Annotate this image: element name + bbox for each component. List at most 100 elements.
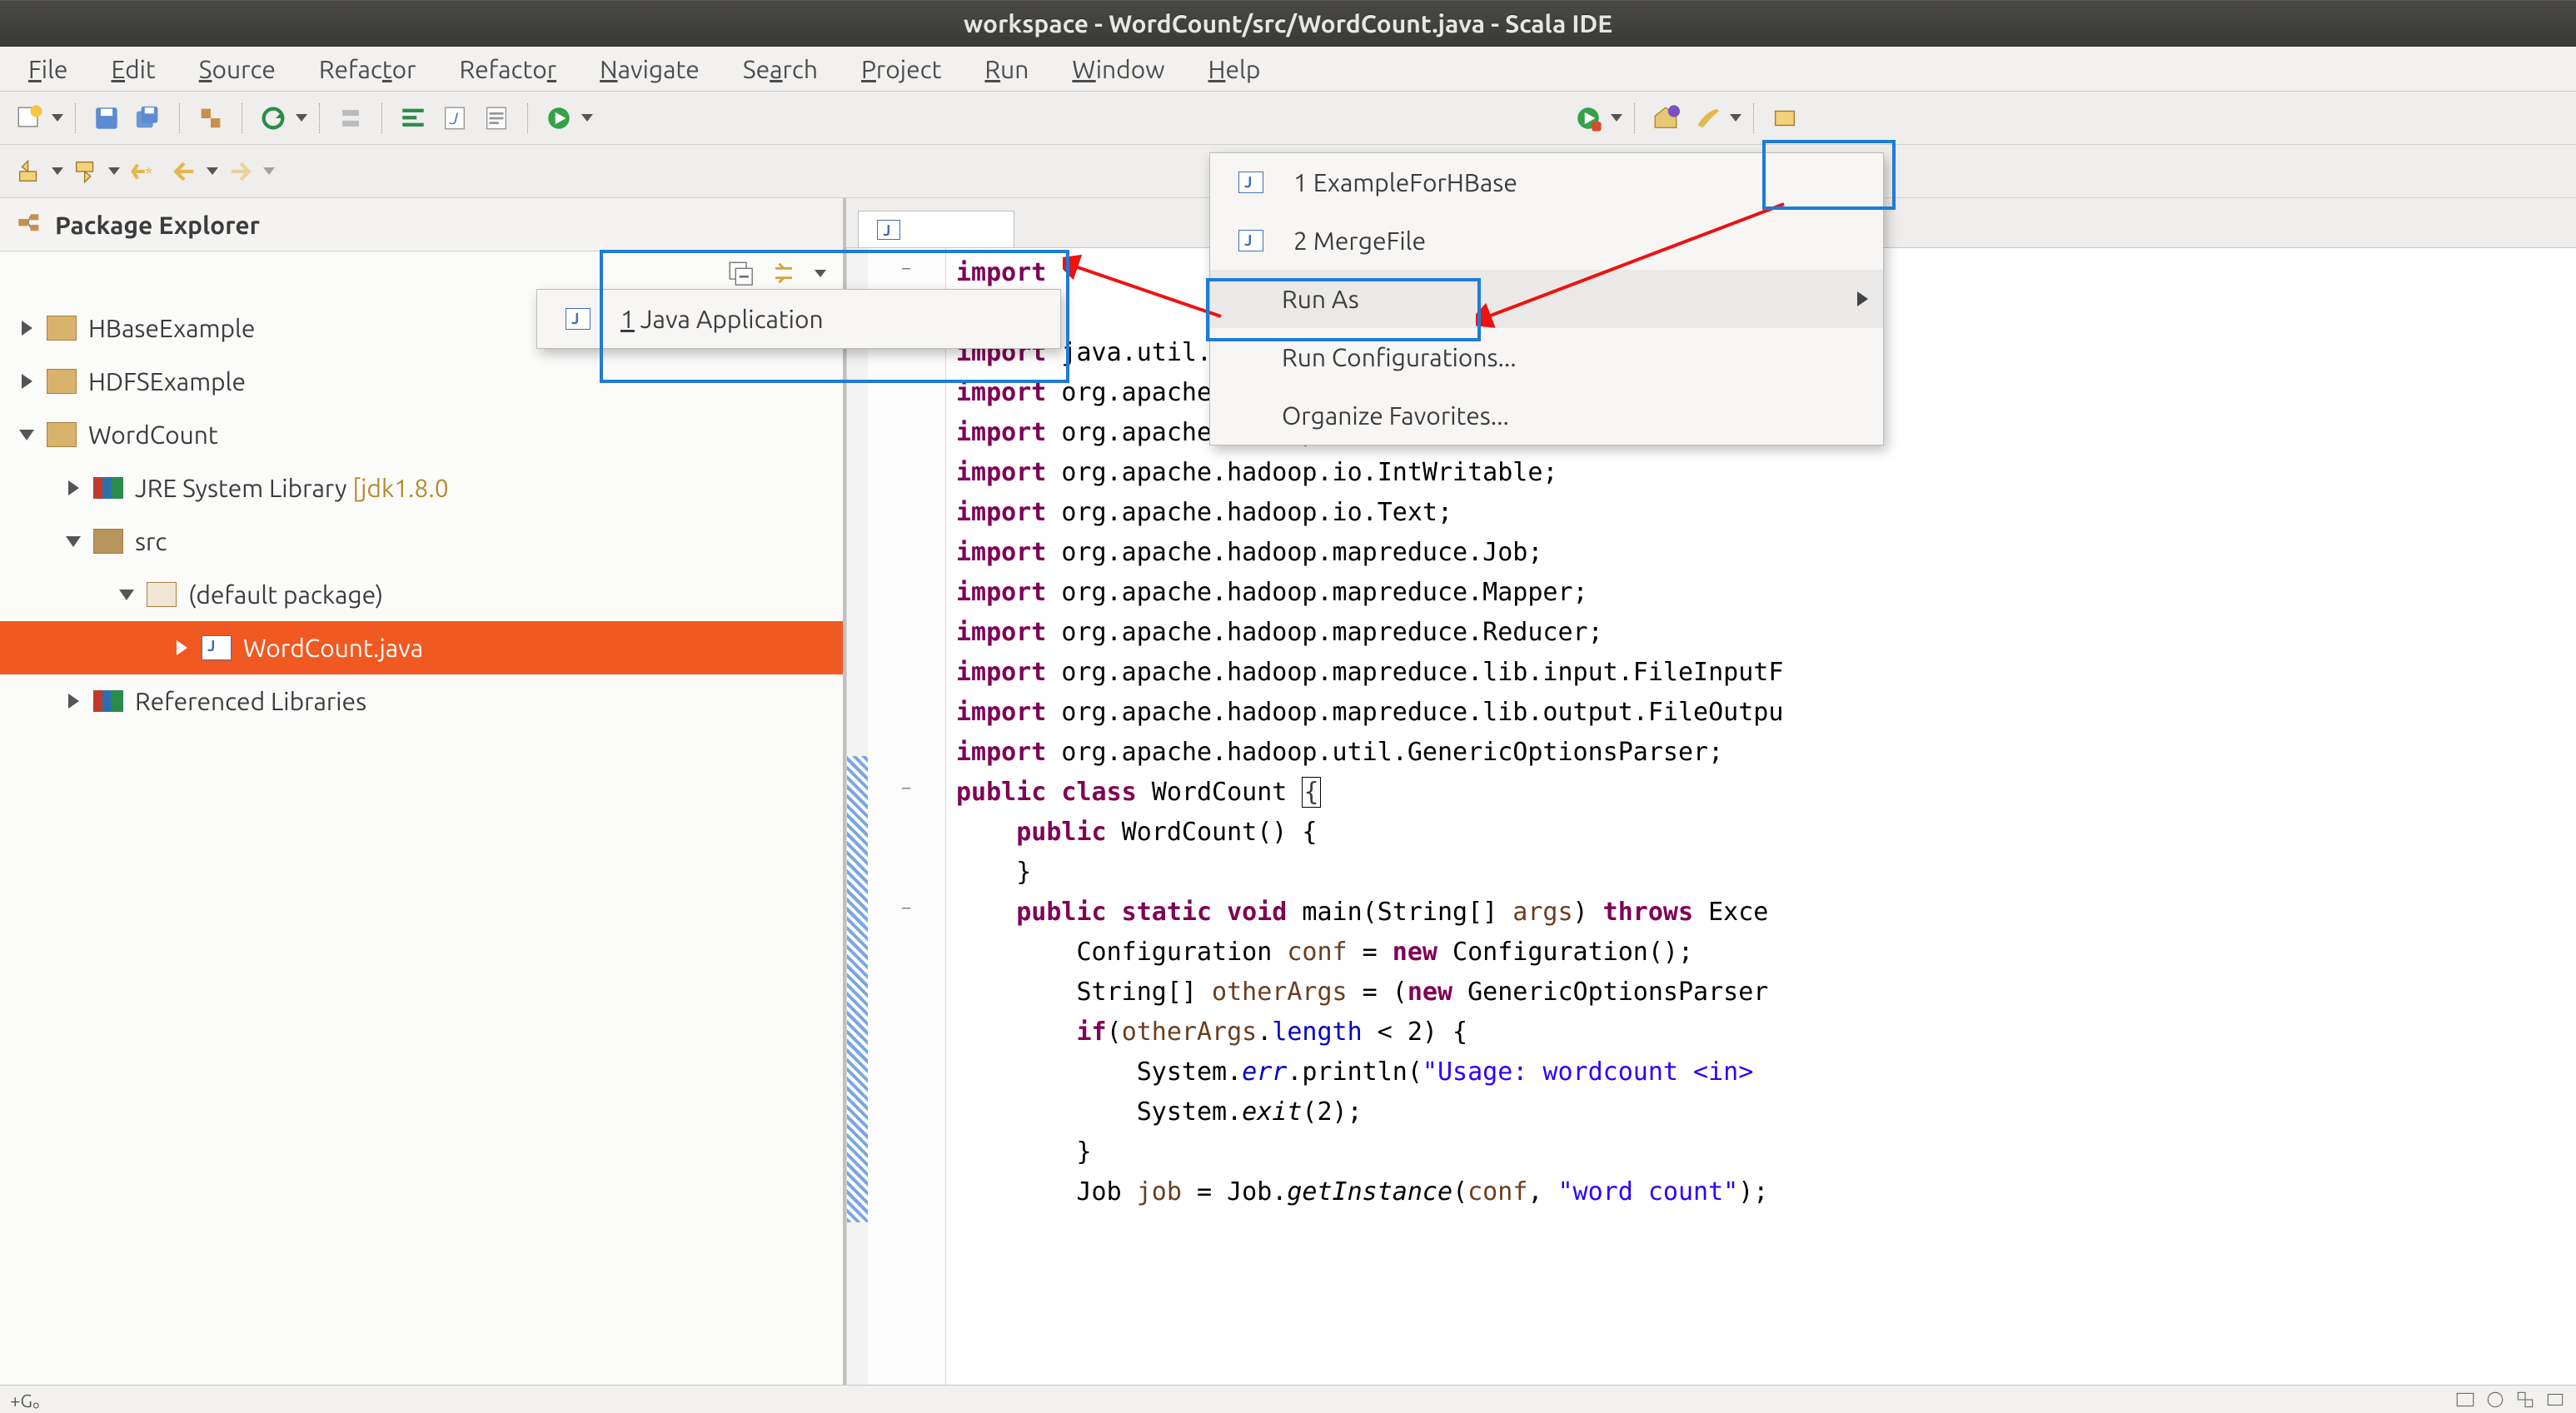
window-title: workspace - WordCount/src/WordCount.java… bbox=[964, 9, 1612, 37]
save-all-icon[interactable] bbox=[132, 102, 164, 134]
status-bar: +G。 bbox=[0, 1385, 2576, 1413]
tree-label: JRE System Library bbox=[135, 474, 346, 502]
brush-icon[interactable] bbox=[1692, 102, 1723, 134]
fold-toggle-icon[interactable] bbox=[901, 255, 919, 273]
new-dropdown[interactable] bbox=[50, 114, 65, 122]
forward-dropdown[interactable] bbox=[262, 167, 277, 175]
toggle-scala-icon[interactable] bbox=[335, 102, 366, 134]
java-file-icon bbox=[566, 308, 590, 330]
project-tree[interactable]: HBaseExample HDFSExample WordCount JRE S… bbox=[0, 295, 843, 728]
package-explorer-header: Package Explorer bbox=[0, 198, 843, 251]
window-titlebar: workspace - WordCount/src/WordCount.java… bbox=[0, 0, 2576, 47]
open-type-icon[interactable] bbox=[195, 102, 227, 134]
editor-tab-wordcount[interactable]: WordC bbox=[858, 211, 1014, 247]
menu-item-label: 1 ExampleForHBase bbox=[1293, 168, 1517, 197]
submenu-arrow-icon bbox=[1857, 291, 1868, 306]
prev-annotation-icon[interactable] bbox=[13, 156, 45, 187]
tree-node-referenced-libs[interactable]: Referenced Libraries bbox=[0, 674, 843, 728]
tree-label: Referenced Libraries bbox=[135, 687, 366, 715]
tree-node-wordcount-java[interactable]: WordCount.java bbox=[0, 621, 843, 674]
refresh-icon[interactable] bbox=[257, 102, 289, 134]
menu-window[interactable]: Window bbox=[1050, 47, 1186, 91]
status-icon-3[interactable] bbox=[2514, 1389, 2536, 1411]
overview-ruler-left[interactable] bbox=[846, 248, 868, 1385]
format-icon[interactable] bbox=[397, 102, 429, 134]
package-explorer-title: Package Explorer bbox=[55, 211, 260, 239]
back-dropdown[interactable] bbox=[205, 167, 220, 175]
tree-label: src bbox=[135, 527, 167, 555]
save-icon[interactable] bbox=[91, 102, 122, 134]
status-icon-2[interactable] bbox=[2484, 1389, 2506, 1411]
forward-icon[interactable] bbox=[225, 156, 257, 187]
menu-navigate[interactable]: Navigate bbox=[578, 47, 721, 91]
run-as-java-application[interactable]: 1 Java Application bbox=[537, 290, 1060, 348]
collapse-all-icon[interactable] bbox=[726, 259, 755, 287]
doc-j-icon[interactable]: J bbox=[439, 102, 471, 134]
java-file-icon bbox=[877, 220, 900, 240]
last-edit-icon[interactable]: * bbox=[127, 156, 158, 187]
tree-label: HDFSExample bbox=[88, 367, 246, 396]
link-editor-icon[interactable] bbox=[770, 259, 798, 287]
menu-refactor-2[interactable]: Refactor bbox=[438, 47, 579, 91]
menu-search[interactable]: Search bbox=[721, 47, 840, 91]
menu-item-label: 2 MergeFile bbox=[1293, 226, 1426, 255]
doc-lines-icon[interactable] bbox=[481, 102, 512, 134]
menu-refactor-1[interactable]: Refactor bbox=[297, 47, 438, 91]
tree-label: WordCount.java bbox=[243, 634, 423, 662]
run-ext-icon[interactable] bbox=[1572, 102, 1604, 134]
fold-toggle-icon[interactable] bbox=[901, 774, 919, 793]
tree-label: HBaseExample bbox=[88, 314, 255, 342]
run-as-submenu: 1 Java Application bbox=[536, 289, 1061, 349]
run-dropdown-menu: 1 ExampleForHBase 2 MergeFile Run As Run… bbox=[1209, 152, 1884, 445]
brush-dropdown[interactable] bbox=[1728, 114, 1743, 122]
tree-node-default-package[interactable]: (default package) bbox=[0, 568, 843, 621]
tree-label: WordCount bbox=[88, 420, 218, 449]
debug-icon[interactable] bbox=[543, 102, 575, 134]
tree-node-jre[interactable]: JRE System Library [jdk1.8.0 bbox=[0, 461, 843, 515]
package-explorer-view: Package Explorer HBaseExample HDFSExampl… bbox=[0, 198, 846, 1385]
package-explorer-icon bbox=[15, 211, 43, 239]
menu-item-label: Organize Favorites... bbox=[1282, 401, 1509, 430]
run-history-item-1[interactable]: 1 ExampleForHBase bbox=[1210, 153, 1883, 211]
menu-item-label: Run As bbox=[1282, 285, 1359, 313]
tree-label: (default package) bbox=[188, 580, 383, 609]
menu-bar: File Edit Source Refactor Refactor Navig… bbox=[0, 47, 2576, 92]
menu-project[interactable]: Project bbox=[840, 47, 963, 91]
status-icon-1[interactable] bbox=[2454, 1389, 2476, 1411]
prev-annotation-dropdown[interactable] bbox=[50, 167, 65, 175]
new-icon[interactable] bbox=[13, 102, 45, 134]
status-icon-4[interactable] bbox=[2544, 1389, 2566, 1411]
menu-run[interactable]: Run bbox=[963, 47, 1050, 91]
editor-gutter[interactable] bbox=[868, 248, 946, 1385]
tree-node-hdfs[interactable]: HDFSExample bbox=[0, 355, 843, 408]
box-caret-icon[interactable] bbox=[1769, 102, 1801, 134]
next-annotation-icon[interactable] bbox=[70, 156, 102, 187]
menu-help[interactable]: Help bbox=[1187, 47, 1283, 91]
java-file-icon bbox=[1238, 172, 1263, 193]
menu-source[interactable]: Source bbox=[177, 47, 297, 91]
tree-label-extra: [jdk1.8.0 bbox=[352, 474, 448, 502]
next-annotation-dropdown[interactable] bbox=[107, 167, 122, 175]
refresh-dropdown[interactable] bbox=[294, 114, 309, 122]
run-history-item-2[interactable]: 2 MergeFile bbox=[1210, 211, 1883, 270]
menu-edit[interactable]: Edit bbox=[90, 47, 177, 91]
menu-file[interactable]: File bbox=[7, 47, 90, 91]
open-task-icon[interactable] bbox=[1650, 102, 1682, 134]
organize-favorites-menu-item[interactable]: Organize Favorites... bbox=[1210, 386, 1883, 445]
run-as-menu-item[interactable]: Run As bbox=[1210, 270, 1883, 328]
menu-item-label: 1 Java Application bbox=[620, 305, 824, 333]
java-file-icon bbox=[1238, 230, 1263, 251]
back-icon[interactable] bbox=[168, 156, 200, 187]
status-text: +G。 bbox=[10, 1386, 51, 1413]
toolbar-main: J bbox=[0, 92, 2576, 145]
view-menu-dropdown[interactable] bbox=[813, 270, 828, 277]
tree-node-wordcount[interactable]: WordCount bbox=[0, 408, 843, 461]
tree-node-src[interactable]: src bbox=[0, 515, 843, 568]
svg-text:J: J bbox=[449, 109, 458, 127]
menu-item-label: Run Configurations... bbox=[1282, 343, 1517, 371]
svg-text:*: * bbox=[145, 163, 152, 182]
debug-dropdown[interactable] bbox=[580, 114, 595, 122]
run-ext-dropdown[interactable] bbox=[1609, 114, 1624, 122]
fold-toggle-icon[interactable] bbox=[901, 894, 919, 913]
run-configurations-menu-item[interactable]: Run Configurations... bbox=[1210, 328, 1883, 386]
